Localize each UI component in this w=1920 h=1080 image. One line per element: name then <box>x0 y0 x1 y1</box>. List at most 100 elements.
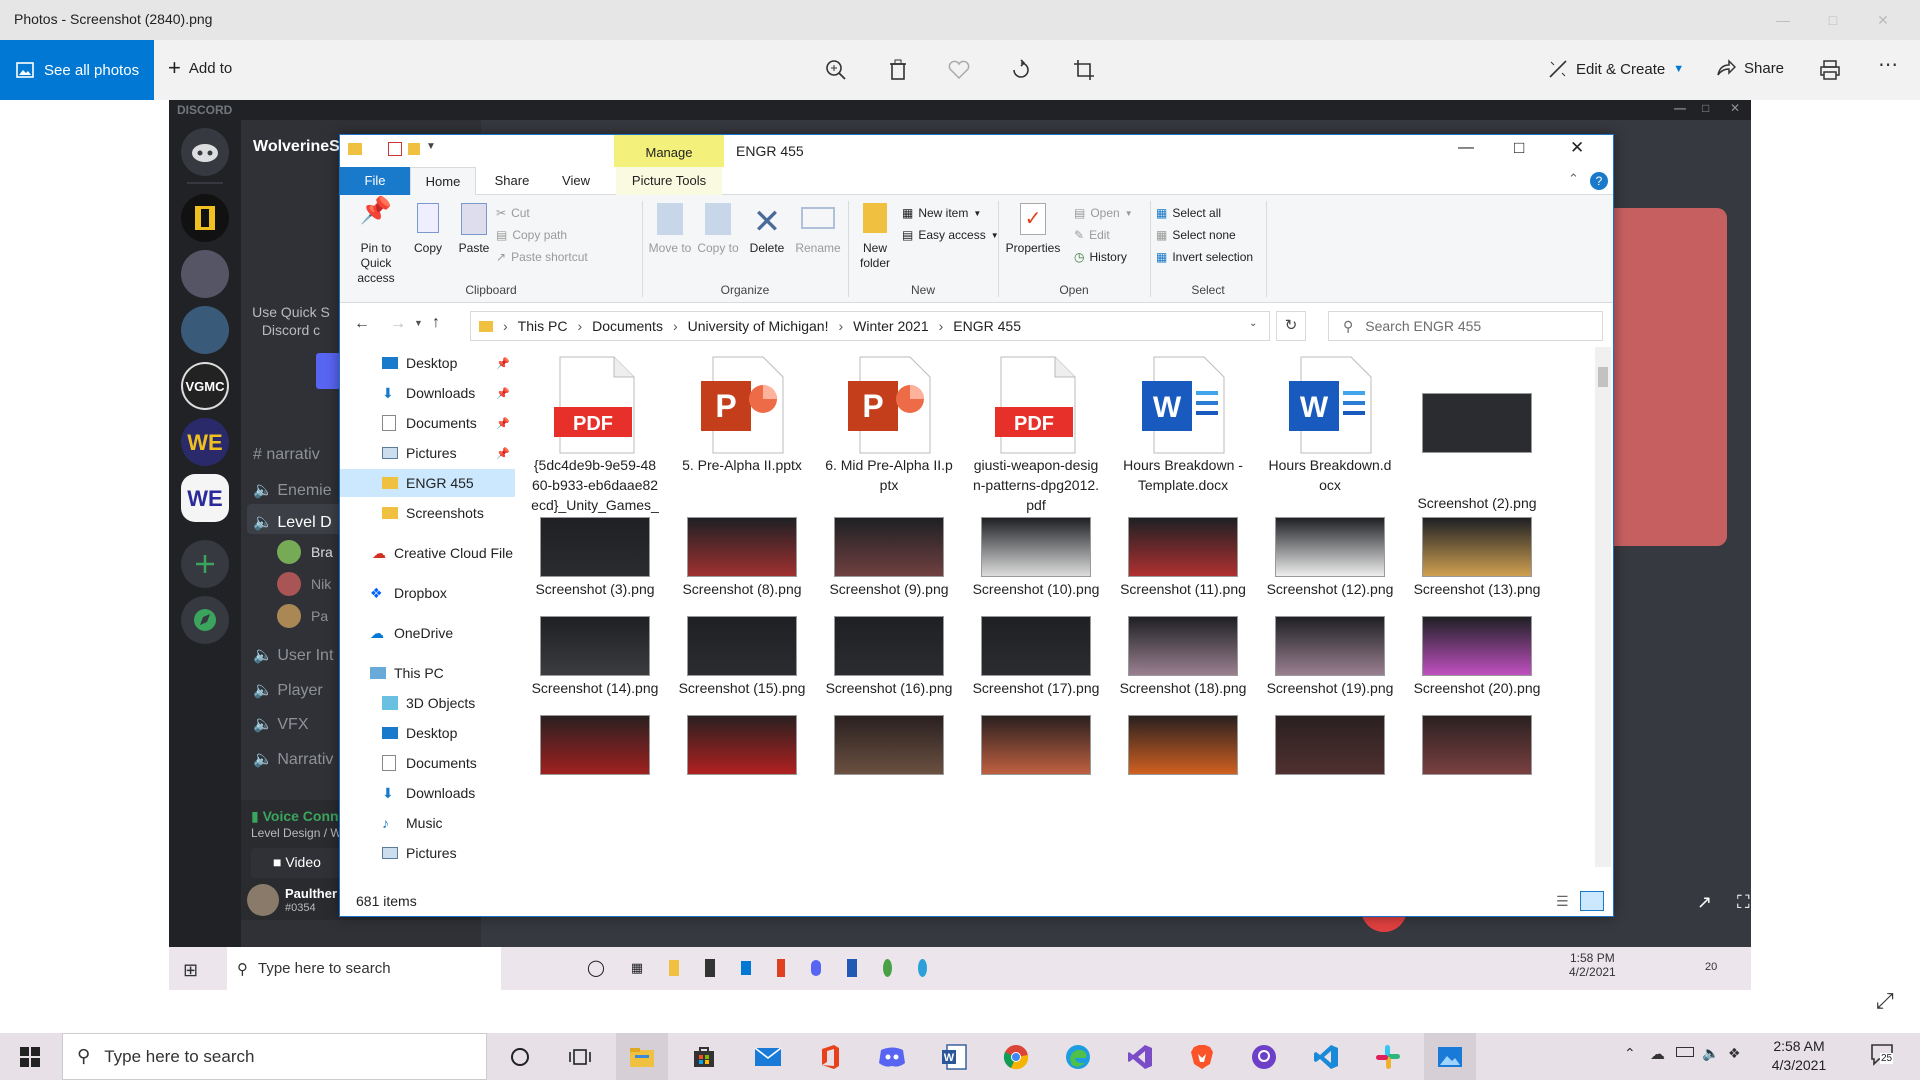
image-thumbnail[interactable] <box>1422 715 1532 775</box>
image-thumbnail[interactable] <box>834 517 944 577</box>
fullscreen-icon[interactable]: ⛶ <box>1737 892 1750 913</box>
image-thumbnail[interactable] <box>687 616 797 676</box>
nav-engr-455[interactable]: ENGR 455 <box>340 469 515 497</box>
copy-button[interactable]: Copy <box>408 203 448 256</box>
file-item[interactable]: Screenshot (2).png <box>1407 355 1547 513</box>
brave-icon[interactable] <box>1176 1033 1228 1080</box>
minimize-button[interactable]: — <box>1760 0 1806 40</box>
nav-screenshots[interactable]: Screenshots <box>340 499 515 527</box>
chrome-icon[interactable] <box>882 959 892 977</box>
more-icon[interactable]: ⋯ <box>1771 130 1791 155</box>
volume-icon[interactable]: 🔈 <box>1702 1045 1719 1062</box>
image-thumbnail[interactable] <box>981 517 1091 577</box>
store-icon[interactable] <box>678 1033 730 1080</box>
rotate-icon[interactable] <box>1010 59 1032 81</box>
collapse-ribbon-icon[interactable]: ⌃ <box>1568 171 1579 187</box>
add-to-button[interactable]: + Add to <box>168 57 232 79</box>
image-thumbnail[interactable] <box>1275 715 1385 775</box>
breadcrumb-engr[interactable]: ENGR 455 <box>953 318 1021 334</box>
expand-icon[interactable]: ⤢ <box>1876 988 1894 1014</box>
forward-icon[interactable]: → <box>390 315 406 333</box>
breadcrumb-university[interactable]: University of Michigan! <box>688 318 829 334</box>
channel-vfx[interactable]: 🔈 VFX <box>253 714 309 734</box>
paste-button[interactable]: Paste <box>452 203 496 256</box>
close-icon[interactable]: ✕ <box>1570 138 1584 158</box>
nav-3d-objects[interactable]: 3D Objects <box>340 689 515 717</box>
cortana-icon[interactable] <box>494 1033 546 1080</box>
quick-switcher-button[interactable] <box>316 353 341 389</box>
start-button[interactable] <box>4 1033 56 1080</box>
chrome-icon[interactable] <box>990 1033 1042 1080</box>
mail-icon[interactable] <box>740 961 751 975</box>
close-button[interactable]: ✕ <box>1860 0 1906 40</box>
inbox-icon[interactable] <box>1821 132 1839 150</box>
channel-enemies[interactable]: 🔈 Enemie <box>253 480 332 500</box>
breadcrumb-documents[interactable]: Documents <box>592 318 663 334</box>
new-item-button[interactable]: ▦ New item ▼ <box>902 203 981 223</box>
see-all-photos-button[interactable]: See all photos <box>0 40 154 100</box>
print-icon[interactable] <box>1819 59 1841 81</box>
file-name[interactable]: Screenshot (10).png <box>966 579 1106 599</box>
image-thumbnail[interactable] <box>540 715 650 775</box>
taskview-icon[interactable]: ▦ <box>631 960 643 976</box>
discord-home-icon[interactable] <box>181 128 229 176</box>
explore-icon[interactable] <box>181 596 229 644</box>
new-folder-quick-icon[interactable] <box>408 143 420 155</box>
image-thumbnail[interactable] <box>1422 616 1532 676</box>
image-thumbnail[interactable] <box>834 616 944 676</box>
search-input[interactable]: ⚲ Search ENGR 455 <box>1328 311 1603 341</box>
nav-documents[interactable]: Documents 📌 <box>340 409 515 437</box>
channel-level-design[interactable]: 🔈 Level D <box>253 512 332 532</box>
nav-onedrive[interactable]: ☁ OneDrive <box>340 619 515 647</box>
back-icon[interactable]: ← <box>354 315 370 333</box>
visual-studio-icon[interactable] <box>1114 1033 1166 1080</box>
taskbar-search[interactable]: ⚲ Type here to search <box>62 1033 487 1080</box>
image-thumbnail[interactable] <box>981 715 1091 775</box>
inner-clock[interactable]: 1:58 PM 4/2/2021 <box>1569 951 1616 979</box>
channel-narrative[interactable]: # narrativ <box>253 446 320 464</box>
crop-icon[interactable] <box>1073 59 1095 81</box>
image-thumbnail[interactable] <box>540 517 650 577</box>
file-item[interactable]: W Hours Breakdown - Template.docx <box>1113 355 1253 495</box>
image-thumbnail[interactable] <box>1128 616 1238 676</box>
tab-share[interactable]: Share <box>480 167 544 195</box>
manage-tab[interactable]: Manage <box>614 135 724 167</box>
properties-quick-icon[interactable] <box>388 142 402 156</box>
edit-button[interactable]: ✎ Edit <box>1074 225 1110 245</box>
cut-button[interactable]: ✂ Cut <box>496 203 530 223</box>
tab-view[interactable]: View <box>544 167 608 195</box>
task-view-icon[interactable] <box>554 1033 606 1080</box>
file-name[interactable]: Screenshot (3).png <box>525 579 665 599</box>
file-name[interactable]: Screenshot (9).png <box>819 579 959 599</box>
github-icon[interactable] <box>1238 1033 1290 1080</box>
file-name[interactable]: Screenshot (8).png <box>672 579 812 599</box>
store-icon[interactable] <box>705 959 715 977</box>
file-item[interactable]: W Hours Breakdown.docx <box>1260 355 1400 495</box>
edit-create-button[interactable]: Edit & Create ▼ <box>1548 59 1684 79</box>
nav-pc-pictures[interactable]: Pictures <box>340 839 515 867</box>
nav-music[interactable]: ♪ Music <box>340 809 515 837</box>
nav-pc-downloads[interactable]: ⬇ Downloads <box>340 779 515 807</box>
cloud-icon[interactable]: ☁ <box>1650 1045 1665 1063</box>
server-icon-we[interactable]: WE <box>181 418 229 466</box>
photos-icon[interactable] <box>1424 1033 1476 1080</box>
show-hidden-icons[interactable]: ⌃ <box>1624 1045 1636 1062</box>
file-name[interactable]: Screenshot (16).png <box>819 678 959 698</box>
new-folder-button[interactable]: New folder <box>852 203 898 271</box>
inner-search-box[interactable]: ⚲ Type here to search <box>227 947 501 990</box>
heart-icon[interactable] <box>948 60 970 80</box>
discord-close-icon[interactable]: ✕ <box>1730 101 1740 115</box>
image-thumbnail[interactable] <box>1275 616 1385 676</box>
qat-dropdown-icon[interactable]: ▼ <box>426 141 436 152</box>
discord-icon[interactable] <box>811 960 822 976</box>
image-thumbnail[interactable] <box>981 616 1091 676</box>
nav-downloads[interactable]: ⬇ Downloads 📌 <box>340 379 515 407</box>
share-button[interactable]: Share <box>1716 59 1784 77</box>
file-name[interactable]: Screenshot (17).png <box>966 678 1106 698</box>
rename-button[interactable]: Rename <box>792 203 844 256</box>
file-name[interactable]: Screenshot (12).png <box>1260 579 1400 599</box>
notification-center-icon[interactable]: 25 <box>1870 1043 1896 1067</box>
history-button[interactable]: ◷ History <box>1074 247 1127 267</box>
content-scrollbar-thumb[interactable] <box>1598 367 1608 387</box>
edge-icon[interactable] <box>917 959 928 977</box>
